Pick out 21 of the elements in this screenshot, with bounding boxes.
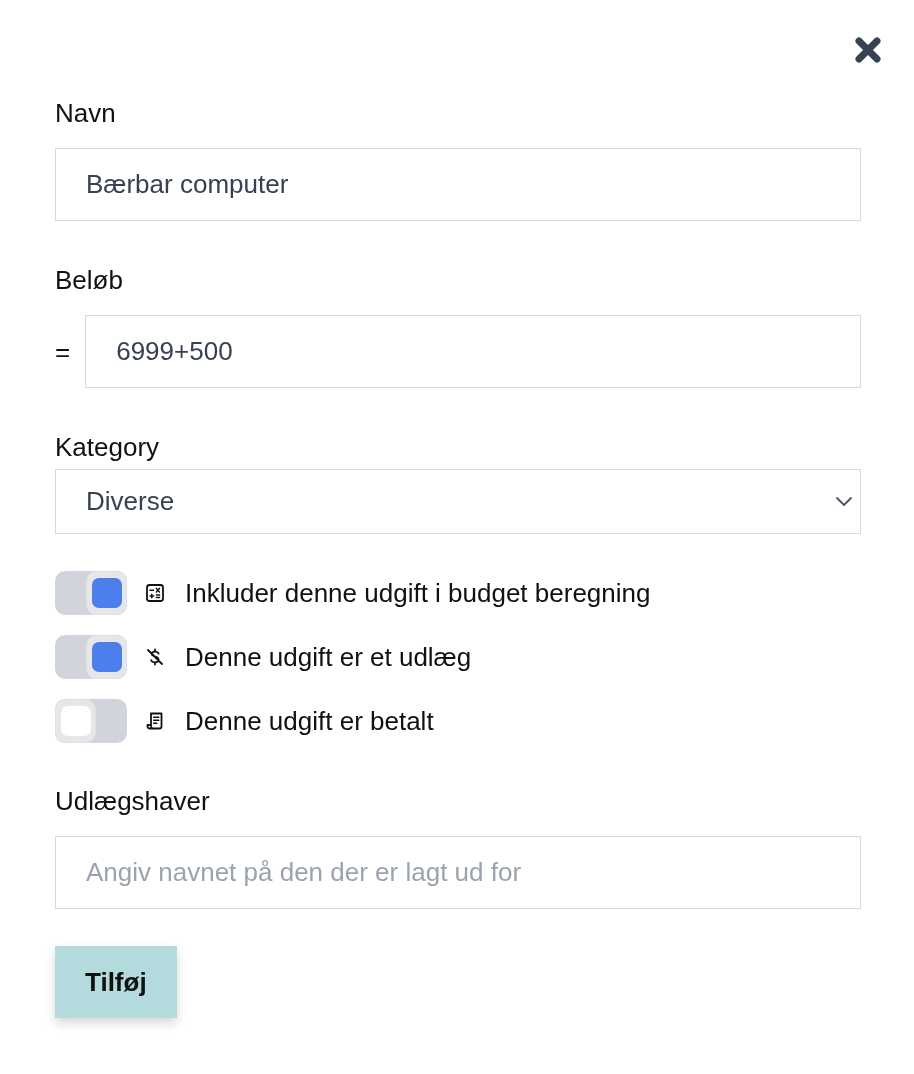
payee-input[interactable]: Angiv navnet på den der er lagt ud for bbox=[55, 836, 861, 909]
toggle-switch[interactable] bbox=[55, 571, 127, 615]
chevron-down-icon bbox=[836, 497, 852, 506]
amount-input[interactable]: 6999+500 bbox=[85, 315, 861, 388]
toggle-label: Denne udgift er et udlæg bbox=[185, 642, 472, 672]
field-label: Beløb bbox=[55, 265, 123, 295]
calculator-icon bbox=[145, 583, 165, 603]
toggle-label: Denne udgift er betalt bbox=[185, 706, 434, 736]
receipt-icon bbox=[145, 711, 165, 731]
field-label: Udlægshaver bbox=[55, 786, 210, 816]
toggle-switch[interactable] bbox=[55, 699, 127, 743]
crossed-dollar-icon bbox=[145, 647, 165, 667]
name-input[interactable]: Bærbar computer bbox=[55, 148, 861, 221]
category-select[interactable]: Diverse bbox=[55, 469, 861, 534]
field-label: Kategory bbox=[55, 432, 160, 462]
toggle-switch[interactable] bbox=[55, 635, 127, 679]
close-icon[interactable] bbox=[854, 36, 882, 64]
field-label: Navn bbox=[55, 98, 116, 128]
add-button[interactable]: Tilføj bbox=[55, 946, 177, 1018]
equals-sign: = bbox=[55, 336, 71, 367]
toggle-label: Inkluder denne udgift i budget beregning bbox=[185, 578, 651, 608]
